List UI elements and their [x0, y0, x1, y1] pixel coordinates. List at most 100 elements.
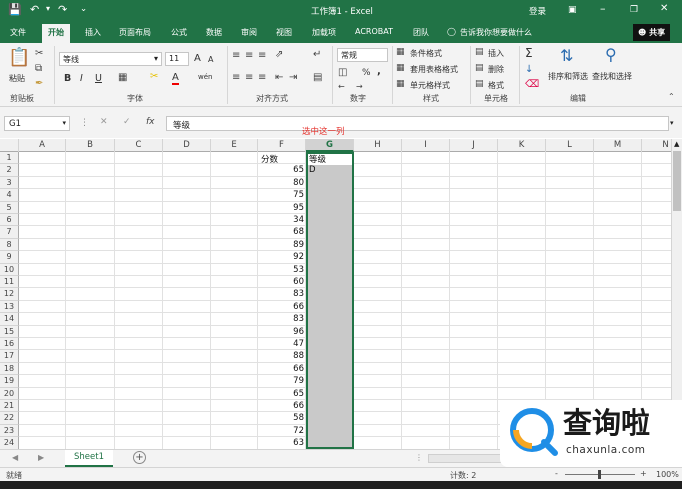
align-bottom-icon[interactable]: ≡ [258, 51, 266, 61]
wrap-text-icon[interactable]: ↵ [313, 50, 321, 60]
column-header-d[interactable]: D [163, 139, 211, 152]
row-header-9[interactable]: 9 [0, 251, 19, 264]
scroll-up-icon[interactable]: ▲ [674, 140, 679, 148]
login-link[interactable]: 登录 [529, 5, 546, 17]
share-button[interactable]: ☻ 共享 [633, 24, 671, 41]
undo-icon[interactable]: ↶ [30, 3, 39, 16]
cell-f5[interactable]: 95 [276, 203, 304, 213]
cell-f2[interactable]: 65 [276, 165, 304, 175]
prev-sheet-icon[interactable]: ◀ [12, 453, 18, 462]
format-cells-button[interactable]: 格式 [488, 80, 504, 91]
cell-f19[interactable]: 79 [276, 376, 304, 386]
row-header-4[interactable]: 4 [0, 189, 19, 202]
row-header-2[interactable]: 2 [0, 164, 19, 177]
row-header-20[interactable]: 20 [0, 387, 19, 400]
clear-icon[interactable]: ⌫ [525, 80, 539, 90]
row-header-7[interactable]: 7 [0, 226, 19, 239]
increase-decimal-icon[interactable]: ← [338, 83, 345, 91]
insert-cells-button[interactable]: 插入 [488, 48, 504, 59]
phonetic-button[interactable]: wén [198, 73, 212, 81]
zoom-level[interactable]: 100% [656, 470, 679, 479]
align-center-icon[interactable]: ≡ [245, 73, 253, 83]
row-header-10[interactable]: 10 [0, 263, 19, 276]
tab-formulas[interactable]: 公式 [171, 27, 187, 38]
insert-function-button[interactable]: fx [146, 117, 155, 127]
column-header-e[interactable]: E [211, 139, 258, 152]
cell-f8[interactable]: 89 [276, 240, 304, 250]
row-header-5[interactable]: 5 [0, 201, 19, 214]
accounting-format-icon[interactable]: ◫ [338, 68, 347, 78]
cell-f16[interactable]: 47 [276, 339, 304, 349]
cell-f13[interactable]: 66 [276, 302, 304, 312]
cancel-icon[interactable]: ✕ [100, 117, 108, 127]
format-as-table-button[interactable]: 套用表格格式 [410, 64, 458, 75]
cell-f24[interactable]: 63 [276, 438, 304, 448]
paste-button[interactable]: 粘贴 [9, 73, 25, 84]
row-header-3[interactable]: 3 [0, 176, 19, 190]
cell-f18[interactable]: 66 [276, 364, 304, 374]
save-icon[interactable]: 💾 [8, 3, 22, 16]
qat-customize-button[interactable]: ⌄ [80, 4, 87, 14]
align-right-icon[interactable]: ≡ [258, 73, 266, 83]
tell-me-search[interactable]: 告诉我你想要做什么 [460, 27, 532, 38]
fill-icon[interactable]: ↓ [525, 65, 533, 75]
selected-column-g[interactable] [306, 152, 354, 449]
column-header-j[interactable]: J [450, 139, 498, 152]
orientation-icon[interactable]: ⇗ [275, 50, 283, 60]
cell-f4[interactable]: 75 [276, 190, 304, 200]
copy-icon[interactable]: ⧉ [35, 64, 42, 74]
column-header-n[interactable]: N [642, 139, 671, 152]
font-color-button[interactable]: A [172, 72, 179, 85]
row-header-13[interactable]: 13 [0, 300, 19, 314]
underline-button[interactable]: U [95, 73, 102, 84]
autosum-button[interactable]: Σ [525, 46, 533, 60]
tab-review[interactable]: 审阅 [241, 27, 257, 38]
delete-cells-button[interactable]: 删除 [488, 64, 504, 75]
column-header-k[interactable]: K [498, 139, 546, 152]
expand-formula-bar-icon[interactable]: ▾ [670, 119, 674, 127]
percent-style-button[interactable]: % [362, 68, 371, 78]
font-name-combo[interactable]: 等线 ▾ [59, 52, 162, 66]
add-sheet-button[interactable]: + [133, 451, 146, 464]
row-header-15[interactable]: 15 [0, 325, 19, 338]
column-header-h[interactable]: H [354, 139, 402, 152]
zoom-slider-handle[interactable] [598, 470, 601, 479]
cell-f23[interactable]: 72 [276, 426, 304, 436]
align-left-icon[interactable]: ≡ [232, 73, 240, 83]
row-header-8[interactable]: 8 [0, 238, 19, 252]
align-middle-icon[interactable]: ≡ [245, 51, 253, 61]
tab-home[interactable]: 开始 [42, 24, 70, 43]
column-header-m[interactable]: M [594, 139, 642, 152]
enter-icon[interactable]: ✓ [123, 117, 131, 127]
undo-dropdown-icon[interactable]: ▾ [46, 4, 50, 13]
borders-icon[interactable]: ▦ [118, 73, 127, 83]
name-box[interactable]: G1 ▾ [4, 116, 70, 131]
close-icon[interactable]: ✕ [660, 3, 668, 14]
cell-g1[interactable]: 等级 [309, 153, 326, 165]
find-select-button[interactable]: 查找和选择 [592, 71, 632, 82]
cell-f10[interactable]: 53 [276, 265, 304, 275]
tab-view[interactable]: 视图 [276, 27, 292, 38]
row-header-6[interactable]: 6 [0, 214, 19, 227]
row-header-14[interactable]: 14 [0, 313, 19, 326]
bold-button[interactable]: B [64, 73, 71, 84]
cell-f7[interactable]: 68 [276, 227, 304, 237]
font-size-combo[interactable]: 11 [165, 52, 189, 66]
sheet-tab-sheet1[interactable]: Sheet1 [65, 450, 113, 467]
row-header-23[interactable]: 23 [0, 424, 19, 438]
row-header-24[interactable]: 24 [0, 437, 19, 449]
decrease-indent-icon[interactable]: ⇤ [275, 73, 283, 83]
restore-icon[interactable]: ❐ [630, 5, 638, 15]
column-header-i[interactable]: I [402, 139, 450, 152]
paste-icon[interactable]: 📋 [8, 49, 30, 67]
tab-data[interactable]: 数据 [206, 27, 222, 38]
next-sheet-icon[interactable]: ▶ [38, 453, 44, 462]
comma-style-button[interactable]: , [377, 66, 381, 77]
format-painter-icon[interactable]: ✒ [35, 79, 43, 89]
tab-team[interactable]: 团队 [413, 27, 429, 38]
cell-f20[interactable]: 65 [276, 389, 304, 399]
cell-f22[interactable]: 58 [276, 413, 304, 423]
ribbon-display-options-icon[interactable]: ▣ [568, 5, 577, 15]
cell-f12[interactable]: 83 [276, 289, 304, 299]
sort-filter-button[interactable]: 排序和筛选 [548, 71, 588, 82]
